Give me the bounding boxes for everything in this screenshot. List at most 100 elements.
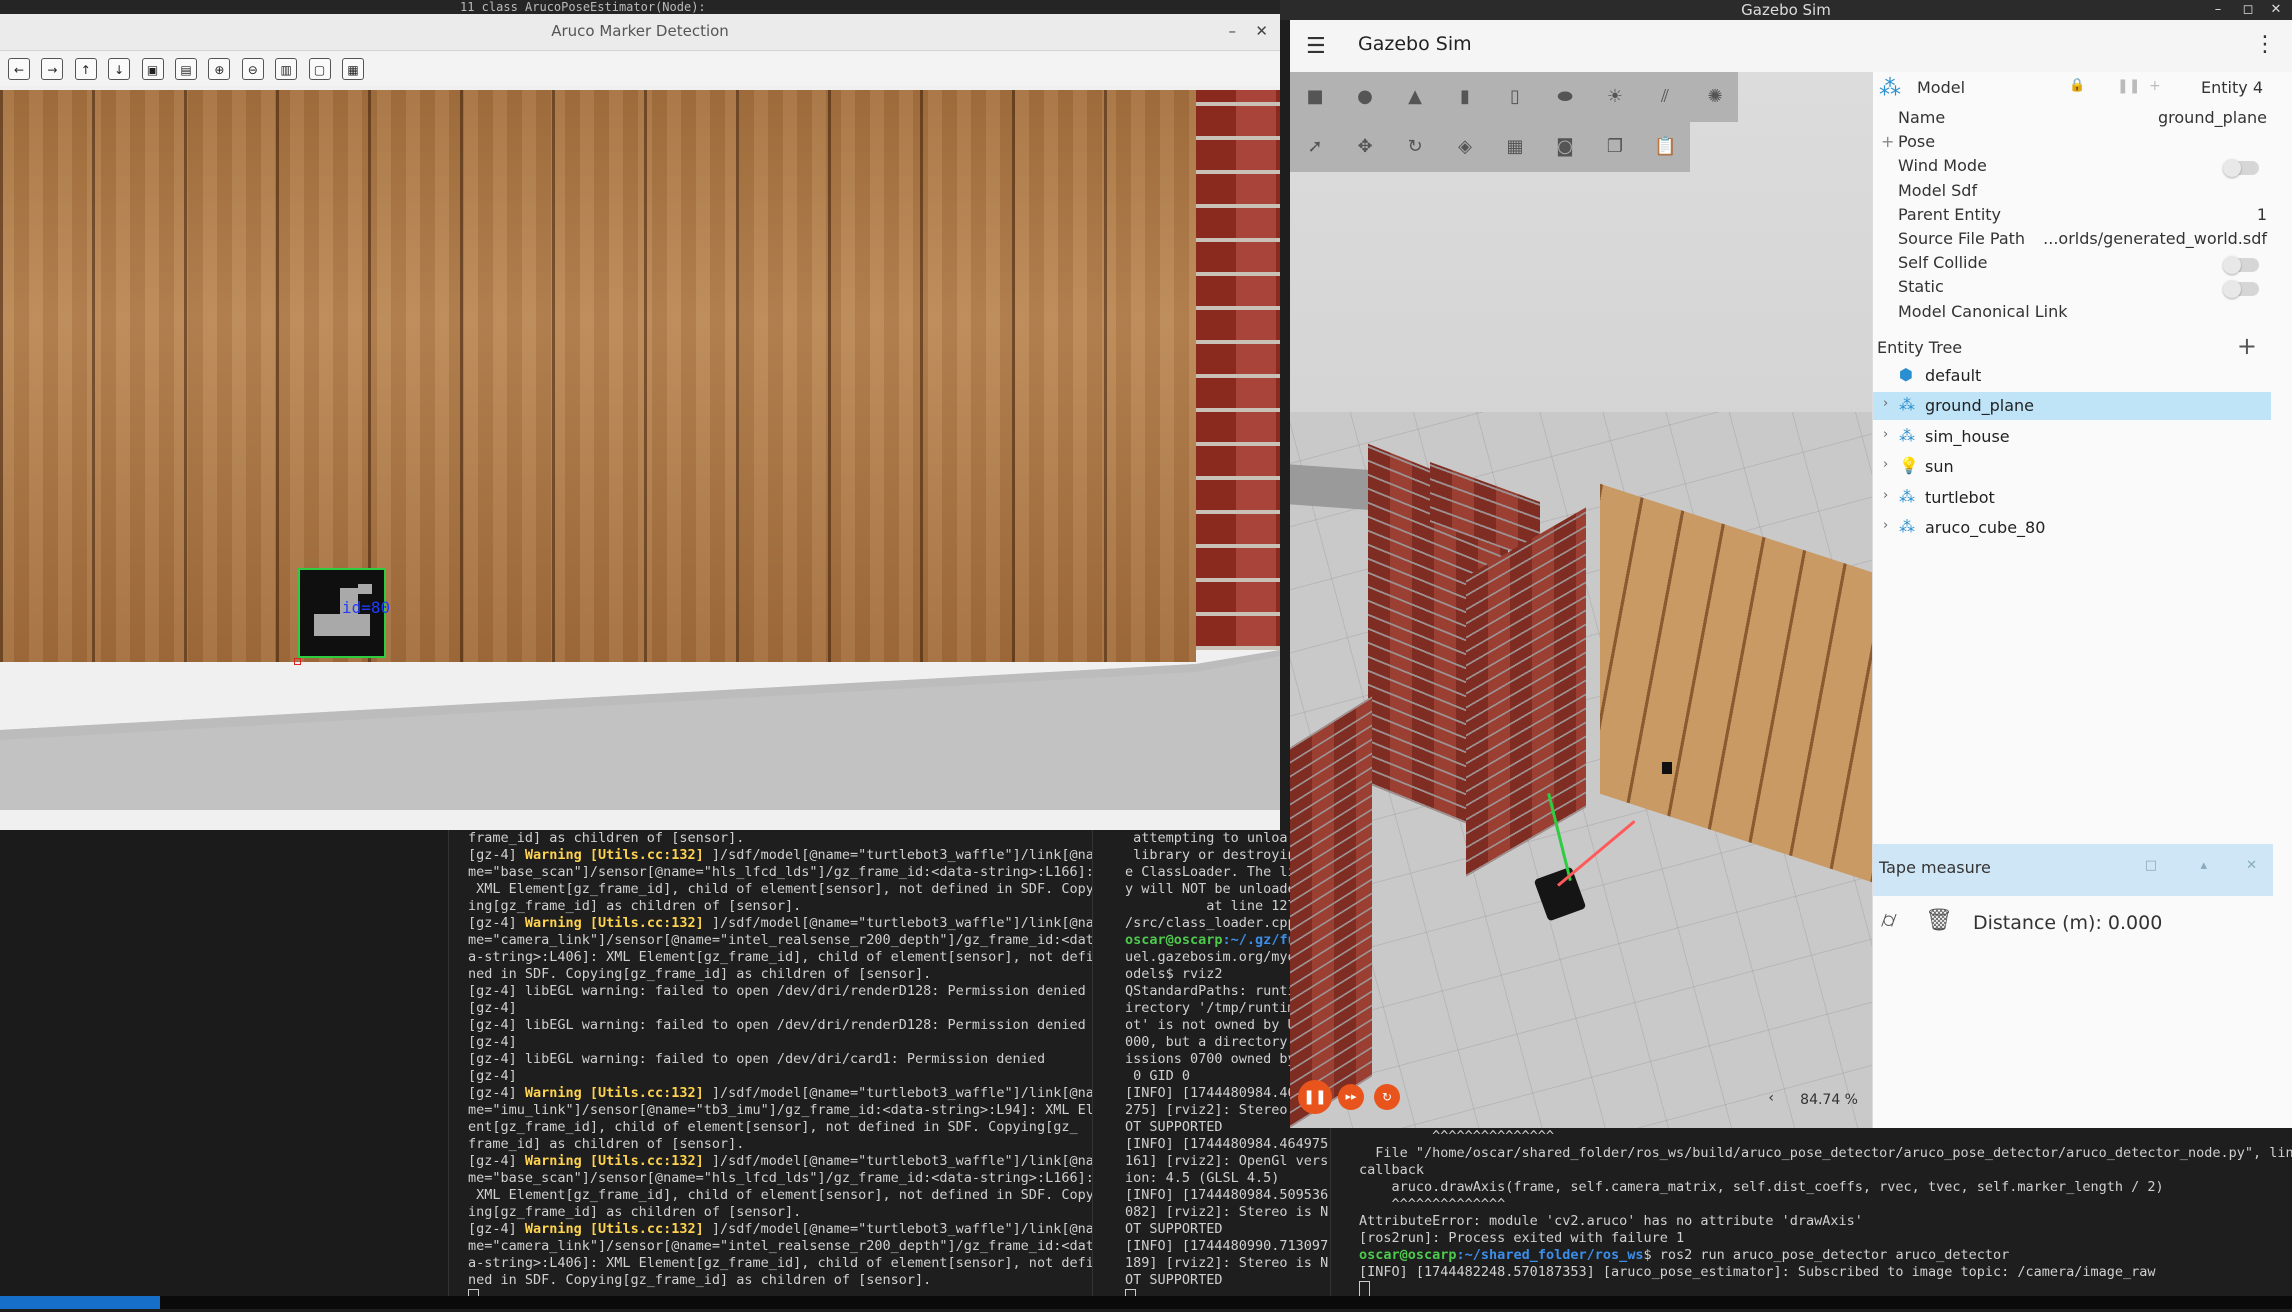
expand-icon[interactable]: + xyxy=(1881,132,1894,151)
terminal-aruco-detector[interactable]: ^^^^^^^^^^^^^^^ File "/home/oscar/shared… xyxy=(1330,1128,2292,1296)
terminal-line: me="imu_link"]/sensor[@name="tb3_imu"]/g… xyxy=(468,1102,1108,1118)
collapse-icon[interactable]: ▴ xyxy=(2200,858,2207,873)
property-name: Parent Entity xyxy=(1898,204,2002,224)
model-icon: ⁂ xyxy=(1899,425,1915,445)
maximize-button[interactable]: ◻ xyxy=(2234,0,2262,20)
play-pause-button[interactable]: ❚❚ xyxy=(1298,1080,1332,1114)
entity-tree-item-turtlebot[interactable]: › ⁂ turtlebot xyxy=(1873,484,2271,512)
close-button[interactable]: ✕ xyxy=(2262,0,2290,20)
property-row: Model Canonical Link xyxy=(1873,302,2273,326)
property-name: Pose xyxy=(1898,132,1936,152)
pause-icon[interactable]: ❚❚ xyxy=(2117,78,2140,94)
entity-name: aruco_cube_80 xyxy=(1925,518,2046,537)
chevron-right-icon[interactable]: › xyxy=(1883,518,1888,533)
zoom-in-icon[interactable]: ⊕ xyxy=(208,58,231,80)
float-icon[interactable]: □ xyxy=(2145,858,2157,873)
entity-name: ground_plane xyxy=(1925,396,2034,416)
prompt-path: :~/.gz/fu xyxy=(1222,932,1296,948)
terminal-line: [INFO] [1744482248.570187353] [aruco_pos… xyxy=(1359,1264,2156,1280)
settings-icon[interactable]: ▦ xyxy=(342,58,364,80)
property-value: ...orlds/generated_world.sdf xyxy=(2043,229,2267,248)
distance-readout: Distance (m): 0.000 xyxy=(1973,912,2163,934)
step-button[interactable]: ▸▸ xyxy=(1338,1084,1364,1110)
forward-icon[interactable]: → xyxy=(41,58,64,80)
entity-tree-item-sun[interactable]: › 💡 sun xyxy=(1873,453,2271,481)
entity-tree-item-aruco_cube_80[interactable]: › ⁂ aruco_cube_80 xyxy=(1873,514,2271,542)
trash-icon[interactable]: 🗑 xyxy=(1925,908,1953,933)
minimize-button[interactable]: – xyxy=(2204,0,2232,20)
reset-button[interactable]: ↻ xyxy=(1374,1084,1400,1110)
grid-icon[interactable]: ▦ xyxy=(1504,136,1526,158)
directional-light-icon[interactable]: ⫽ xyxy=(1654,86,1676,108)
sphere-icon[interactable]: ● xyxy=(1354,86,1376,108)
cone-icon[interactable]: ▲ xyxy=(1404,86,1426,108)
translate-icon[interactable]: ✥ xyxy=(1354,136,1376,158)
add-entity-icon[interactable]: + xyxy=(2237,332,2257,360)
aruco-status-bar xyxy=(0,810,1280,830)
more-options-icon[interactable]: ⋮ xyxy=(2254,32,2276,57)
cylinder-icon[interactable]: ▮ xyxy=(1454,86,1476,108)
close-panel-icon[interactable]: ✕ xyxy=(2246,858,2257,873)
prompt-path: :~/shared_folder/ros_ws xyxy=(1456,1247,1644,1263)
select-icon[interactable]: ➚ xyxy=(1304,136,1326,158)
capsule-icon[interactable]: ▯ xyxy=(1504,86,1526,108)
entity-tree-item-ground_plane[interactable]: › ⁂ ground_plane xyxy=(1873,392,2271,421)
terminal-line: [gz-4] xyxy=(468,1034,517,1050)
tools-toolbar: ➚ ✥ ↻ ◈ ▦ ◙ ❐ 📋 xyxy=(1290,122,1690,172)
property-toggle[interactable] xyxy=(2223,159,2259,178)
terminal-line: [gz-4] Warning [Utils.cc:132] ]/sdf/mode… xyxy=(468,1085,1094,1101)
property-name: Name xyxy=(1898,108,1946,127)
entity-id-label: Entity 4 xyxy=(2201,78,2263,97)
terminal-line: me="base_scan"]/sensor[@name="hls_lfcd_l… xyxy=(468,1170,1094,1186)
terminal-gz[interactable]: frame_id] as children of [sensor]. [gz-4]… xyxy=(450,830,1108,1296)
paste-icon[interactable]: 📋 xyxy=(1654,136,1676,158)
property-toggle[interactable] xyxy=(2223,256,2259,275)
entity-tree-item-sim_house[interactable]: › ⁂ sim_house xyxy=(1873,423,2271,451)
terminal-line: [gz-4] Warning [Utils.cc:132] ]/sdf/mode… xyxy=(468,847,1094,863)
copy-icon[interactable]: ❐ xyxy=(1604,136,1626,158)
save-icon[interactable]: ▥ xyxy=(275,58,298,80)
light-bulb-icon: 💡 xyxy=(1899,456,1919,476)
terminal-line: [gz-4] libEGL warning: failed to open /d… xyxy=(468,1017,1086,1033)
down-icon[interactable]: ↓ xyxy=(108,58,131,80)
collapse-stats-icon[interactable]: ‹ xyxy=(1768,1090,1774,1106)
ellipsoid-icon[interactable]: ⬬ xyxy=(1554,86,1576,108)
chevron-right-icon[interactable]: › xyxy=(1883,457,1888,472)
camera-image-view[interactable]: id=80 xyxy=(0,90,1280,810)
terminal-line: ing[gz_frame_id] as children of [sensor]… xyxy=(468,898,802,914)
terminal-line: [gz-4] Warning [Utils.cc:132] ]/sdf/mode… xyxy=(468,1221,1094,1237)
hamburger-menu-icon[interactable]: ☰ xyxy=(1306,34,1326,59)
entity-tree-title: Entity Tree xyxy=(1877,338,1963,357)
image-icon[interactable]: ▣ xyxy=(141,58,164,80)
box-icon[interactable]: ■ xyxy=(1304,86,1326,108)
zoom-out-icon[interactable]: ⊖ xyxy=(241,58,264,80)
tape-measure-body: ⌭ 🗑 Distance (m): 0.000 xyxy=(1873,896,2273,952)
component-type-label: Model xyxy=(1917,78,1966,97)
3d-scene-view[interactable]: ■ ● ▲ ▮ ▯ ⬬ ☀ ⫽ ✺ ➚ ✥ ↻ ◈ ▦ ◙ ❐ 📋 ❚❚ ▸▸ ↻ ‹ 84.74 % xyxy=(1290,72,1872,1128)
image-save-icon[interactable]: ▤ xyxy=(175,58,197,80)
aruco-close-button[interactable]: ✕ xyxy=(1255,14,1268,48)
chevron-right-icon[interactable]: › xyxy=(1883,488,1888,503)
chevron-right-icon[interactable]: › xyxy=(1883,427,1888,442)
snap-icon[interactable]: ◈ xyxy=(1454,136,1476,158)
lock-icon[interactable]: 🔒 xyxy=(2069,78,2085,93)
up-icon[interactable]: ↑ xyxy=(74,58,97,80)
back-icon[interactable]: ← xyxy=(8,58,30,80)
sun-icon[interactable]: ☀ xyxy=(1604,86,1626,108)
prompt-user: oscar@oscarp xyxy=(1359,1247,1457,1263)
aruco-cube-model[interactable] xyxy=(1662,762,1672,774)
tape-measure-icon[interactable]: ⌭ xyxy=(1881,908,1897,933)
property-row: Name ground_plane xyxy=(1873,108,2273,132)
entity-tree-item-default[interactable]: ⬢ default xyxy=(1873,362,2271,390)
window-icon[interactable]: ▢ xyxy=(308,58,331,80)
model-icon: ⁂ xyxy=(1879,76,1901,101)
rotate-icon[interactable]: ↻ xyxy=(1404,136,1426,158)
property-value: ground_plane xyxy=(2158,108,2267,127)
aruco-minimize-button[interactable]: – xyxy=(1229,14,1237,48)
spot-light-icon[interactable]: ✺ xyxy=(1704,86,1726,108)
property-toggle[interactable] xyxy=(2223,280,2259,299)
add-icon[interactable]: + xyxy=(2149,78,2161,94)
terminal-line: [gz-4] Warning [Utils.cc:132] ]/sdf/mode… xyxy=(468,1153,1094,1169)
chevron-right-icon[interactable]: › xyxy=(1883,396,1888,411)
camera-icon[interactable]: ◙ xyxy=(1554,136,1576,158)
